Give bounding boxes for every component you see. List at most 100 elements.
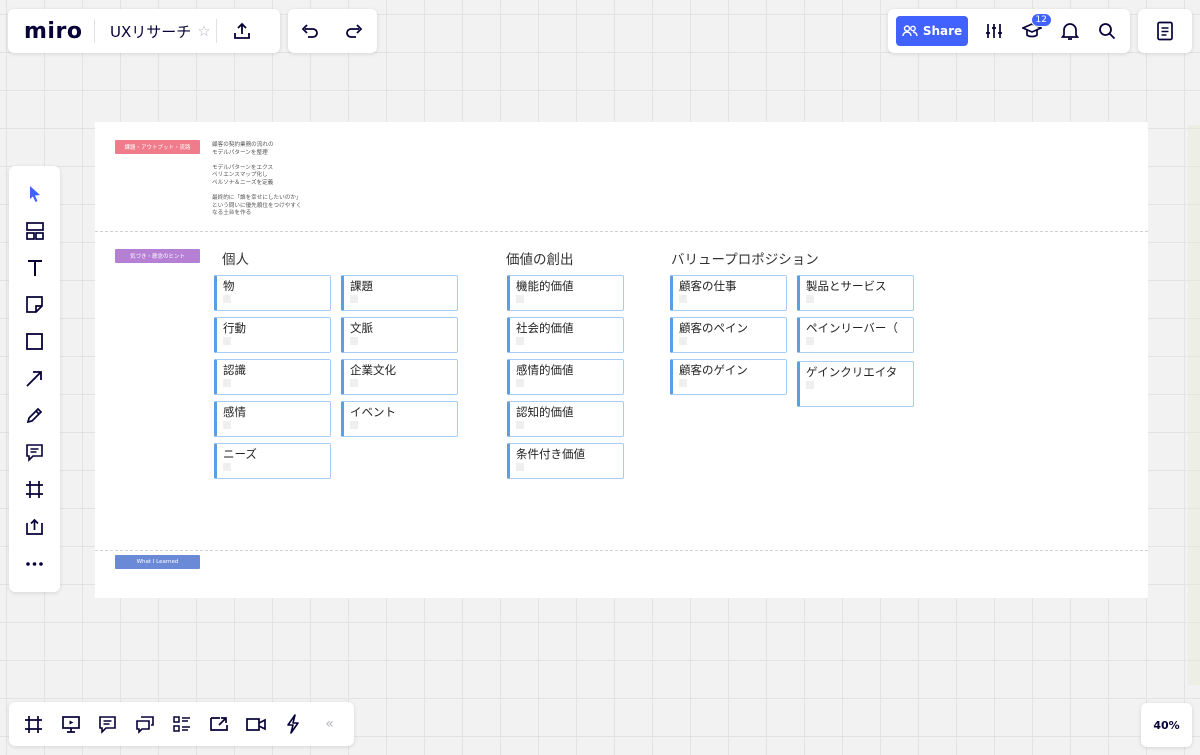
double-chevron-left-icon: «	[325, 716, 334, 732]
upload-icon	[26, 518, 43, 535]
frame-tool[interactable]	[17, 471, 53, 508]
card-placeholder	[223, 463, 231, 471]
undo-button[interactable]	[288, 9, 332, 53]
comment-tool[interactable]	[17, 434, 53, 471]
card-placeholder	[516, 337, 524, 345]
card-placeholder	[516, 295, 524, 303]
redo-icon	[346, 24, 363, 38]
frames-button[interactable]	[15, 705, 52, 743]
learning-center-button[interactable]: 12	[1014, 9, 1052, 53]
card[interactable]: 社会的価値	[507, 317, 624, 353]
chat-button[interactable]	[126, 705, 163, 743]
divider	[94, 19, 95, 43]
collapse-toolbar-button[interactable]: «	[311, 705, 348, 743]
card-title: イベント	[350, 405, 396, 419]
card[interactable]: ペインリーバー（	[797, 317, 914, 353]
board-header: miro UXリサーチ ☆	[8, 9, 280, 53]
adjacent-frame-edge	[1188, 125, 1200, 685]
card[interactable]: 感情	[214, 401, 331, 437]
card-title: 感情	[223, 405, 246, 419]
card[interactable]: ニーズ	[214, 443, 331, 479]
bottom-toolbar: «	[9, 702, 354, 746]
card-title: 条件付き価値	[516, 447, 585, 461]
connection-line-tool[interactable]	[17, 360, 53, 397]
miro-logo[interactable]: miro	[24, 19, 94, 44]
card-placeholder	[350, 379, 358, 387]
chat-icon	[135, 715, 154, 734]
card[interactable]: 認知的価値	[507, 401, 624, 437]
card-title: 顧客のペイン	[679, 321, 748, 335]
card-title: 機能的価値	[516, 279, 574, 293]
section-tag[interactable]: 課題・アウトプット・流路	[115, 140, 200, 154]
sticky-note-tool[interactable]	[17, 286, 53, 323]
card[interactable]: 感情的価値	[507, 359, 624, 395]
cards-button[interactable]	[163, 705, 200, 743]
notes-button[interactable]	[1138, 9, 1192, 53]
export-button[interactable]	[217, 9, 267, 53]
group-heading-value-proposition[interactable]: バリュープロポジション	[671, 248, 819, 268]
card[interactable]: 企業文化	[341, 359, 458, 395]
card-title: 感情的価値	[516, 363, 574, 377]
comments-button[interactable]	[89, 705, 126, 743]
notes-icon	[1157, 21, 1173, 41]
apps-button[interactable]	[274, 705, 311, 743]
card-placeholder	[679, 379, 687, 387]
card-placeholder	[350, 421, 358, 429]
notifications-button[interactable]	[1050, 9, 1090, 53]
text-icon	[27, 259, 42, 276]
frame-icon	[26, 481, 43, 498]
card[interactable]: 条件付き価値	[507, 443, 624, 479]
board-settings-button[interactable]	[974, 9, 1014, 53]
group-heading-value-creation[interactable]: 価値の創出	[506, 248, 574, 268]
star-icon[interactable]: ☆	[192, 22, 216, 40]
card[interactable]: 機能的価値	[507, 275, 624, 311]
card[interactable]: 顧客のゲイン	[670, 359, 787, 395]
card[interactable]: 文脈	[341, 317, 458, 353]
card[interactable]: 認識	[214, 359, 331, 395]
card-placeholder	[516, 421, 524, 429]
board-frame[interactable]: 課題・アウトプット・流路 気づき・懸念のヒント What I Learned 顧…	[95, 122, 1148, 598]
comment-icon	[26, 444, 43, 462]
memo-text[interactable]: 顧客の契約業務の流れの モデルパターンを整理 モデルパターンをエクス ペリエンス…	[212, 142, 302, 218]
more-tools-button[interactable]	[17, 545, 53, 582]
card-title: 社会的価値	[516, 321, 574, 335]
pen-tool[interactable]	[17, 397, 53, 434]
card-placeholder	[350, 295, 358, 303]
bell-icon	[1061, 23, 1079, 40]
text-tool[interactable]	[17, 249, 53, 286]
share-button[interactable]: Share	[896, 16, 968, 46]
card[interactable]: ゲインクリエイタ	[797, 361, 914, 407]
card-placeholder	[350, 337, 358, 345]
presentation-button[interactable]	[52, 705, 89, 743]
video-chat-button[interactable]	[237, 705, 274, 743]
templates-tool[interactable]	[17, 212, 53, 249]
card-title: 行動	[223, 321, 246, 335]
card-placeholder	[223, 379, 231, 387]
zoom-level[interactable]: 40%	[1141, 703, 1192, 747]
search-button[interactable]	[1090, 9, 1124, 53]
card[interactable]: 製品とサービス	[797, 275, 914, 311]
board-name[interactable]: UXリサーチ	[110, 21, 192, 42]
shape-tool[interactable]	[17, 323, 53, 360]
card[interactable]: 顧客のペイン	[670, 317, 787, 353]
card-placeholder	[223, 421, 231, 429]
screen-share-button[interactable]	[200, 705, 237, 743]
card-placeholder	[223, 295, 231, 303]
card[interactable]: イベント	[341, 401, 458, 437]
select-tool[interactable]	[17, 175, 53, 212]
more-icon	[26, 561, 43, 566]
redo-button[interactable]	[332, 9, 376, 53]
group-heading-individual[interactable]: 個人	[222, 248, 249, 268]
card[interactable]: 物	[214, 275, 331, 311]
section-tag[interactable]: What I Learned	[115, 555, 200, 569]
card[interactable]: 課題	[341, 275, 458, 311]
card-title: 製品とサービス	[806, 279, 887, 293]
section-tag[interactable]: 気づき・懸念のヒント	[115, 249, 200, 263]
comment-icon	[99, 715, 116, 734]
upload-tool[interactable]	[17, 508, 53, 545]
creation-toolbar	[9, 166, 60, 592]
card[interactable]: 行動	[214, 317, 331, 353]
card-placeholder	[516, 463, 524, 471]
frame-icon	[25, 715, 42, 733]
card[interactable]: 顧客の仕事	[670, 275, 787, 311]
